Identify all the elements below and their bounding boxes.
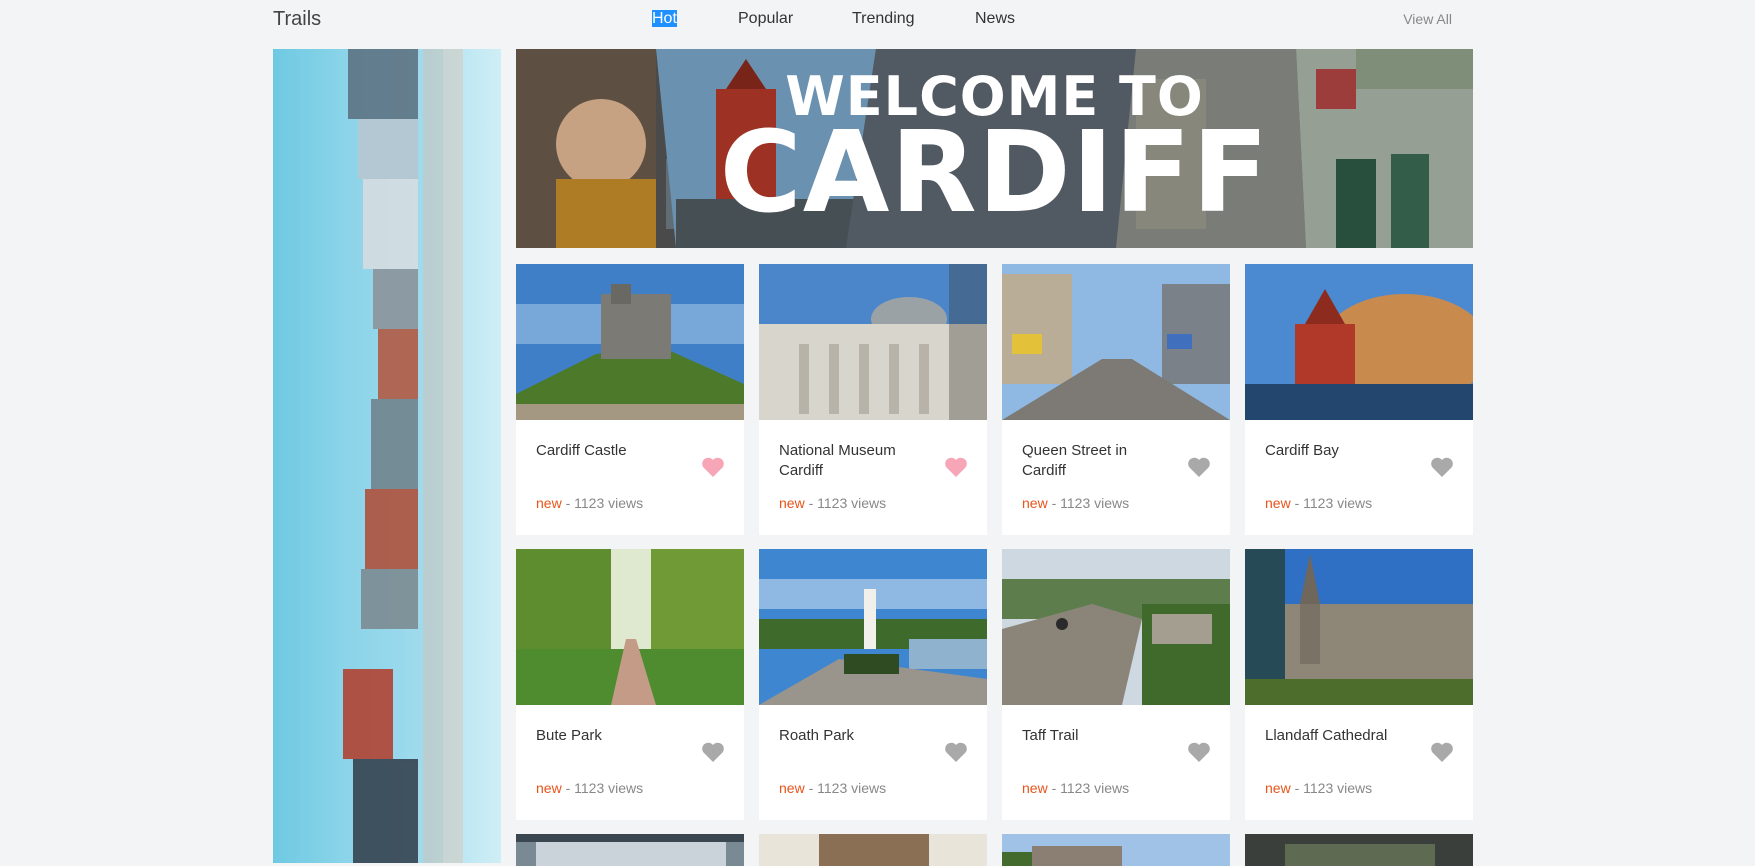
trail-card-partial[interactable] [1002, 834, 1230, 866]
trail-card-roath-park[interactable]: Roath Park new - 1123 views [759, 549, 987, 820]
new-tag: new [1022, 780, 1048, 796]
card-title: Bute Park [536, 727, 602, 744]
views-count: - 1123 views [561, 495, 644, 511]
card-title: Queen Street in Cardiff [1022, 442, 1128, 479]
heart-icon[interactable] [701, 456, 725, 478]
views-count: - 1123 views [1047, 780, 1130, 796]
hero-banner[interactable]: WELCOME TO CARDIFF [516, 49, 1473, 248]
new-tag: new [1265, 495, 1291, 511]
taff-trail-image [1002, 549, 1230, 705]
card-meta: new - 1123 views [1265, 495, 1372, 511]
new-tag: new [1022, 495, 1048, 511]
views-count: - 1123 views [1047, 495, 1130, 511]
heart-icon[interactable] [1430, 456, 1454, 478]
card-title: Cardiff Castle [536, 442, 627, 459]
views-count: - 1123 views [1290, 495, 1373, 511]
tab-news[interactable]: News [975, 10, 1015, 28]
trail-card-partial[interactable] [759, 834, 987, 866]
card-title: Cardiff Bay [1265, 442, 1339, 459]
views-count: - 1123 views [804, 780, 887, 796]
tab-hot[interactable]: Hot [652, 10, 677, 28]
trail-card-cardiff-castle[interactable]: Cardiff Castle new - 1123 views [516, 264, 744, 535]
national-museum-image [759, 264, 987, 420]
card-meta: new - 1123 views [779, 495, 886, 511]
hero-title-line2: CARDIFF [719, 108, 1270, 238]
card-meta: new - 1123 views [1022, 495, 1129, 511]
new-tag: new [779, 780, 805, 796]
views-count: - 1123 views [561, 780, 644, 796]
heart-icon[interactable] [701, 741, 725, 763]
side-banner-image[interactable] [273, 49, 501, 863]
card-title: National Museum Cardiff [779, 442, 896, 479]
new-tag: new [1265, 780, 1291, 796]
card-title: Roath Park [779, 727, 855, 744]
top-bar: Trails Hot Popular Trending News View Al… [0, 0, 1755, 38]
card-meta: new - 1123 views [1022, 780, 1129, 796]
card-meta: new - 1123 views [536, 495, 643, 511]
views-count: - 1123 views [804, 495, 887, 511]
heart-icon[interactable] [944, 741, 968, 763]
trail-card-bute-park[interactable]: Bute Park new - 1123 views [516, 549, 744, 820]
heart-icon[interactable] [1187, 741, 1211, 763]
tab-trending[interactable]: Trending [852, 10, 915, 28]
card-meta: new - 1123 views [779, 780, 886, 796]
card-meta: new - 1123 views [1265, 780, 1372, 796]
cardiff-bay-image [1245, 264, 1473, 420]
new-tag: new [779, 495, 805, 511]
heart-icon[interactable] [1187, 456, 1211, 478]
trail-card-taff-trail[interactable]: Taff Trail new - 1123 views [1002, 549, 1230, 820]
cardiff-skyline-image [273, 49, 501, 863]
llandaff-cathedral-image [1245, 549, 1473, 705]
new-tag: new [536, 780, 562, 796]
trail-card-cardiff-bay[interactable]: Cardiff Bay new - 1123 views [1245, 264, 1473, 535]
card-title: Llandaff Cathedral [1265, 727, 1388, 744]
card-meta: new - 1123 views [536, 780, 643, 796]
view-all-link[interactable]: View All [1403, 11, 1452, 27]
trail-card-national-museum[interactable]: National Museum Cardiff new - 1123 views [759, 264, 987, 535]
tab-popular[interactable]: Popular [738, 10, 793, 28]
roath-park-image [759, 549, 987, 705]
brand-title[interactable]: Trails [273, 8, 321, 31]
trail-card-partial[interactable] [516, 834, 744, 866]
views-count: - 1123 views [1290, 780, 1373, 796]
card-title: Taff Trail [1022, 727, 1079, 744]
heart-icon[interactable] [1430, 741, 1454, 763]
queen-street-image [1002, 264, 1230, 420]
heart-icon[interactable] [944, 456, 968, 478]
new-tag: new [536, 495, 562, 511]
trail-card-queen-street[interactable]: Queen Street in Cardiff new - 1123 views [1002, 264, 1230, 535]
trail-card-llandaff-cathedral[interactable]: Llandaff Cathedral new - 1123 views [1245, 549, 1473, 820]
trail-card-partial[interactable] [1245, 834, 1473, 866]
cardiff-castle-image [516, 264, 744, 420]
bute-park-image [516, 549, 744, 705]
